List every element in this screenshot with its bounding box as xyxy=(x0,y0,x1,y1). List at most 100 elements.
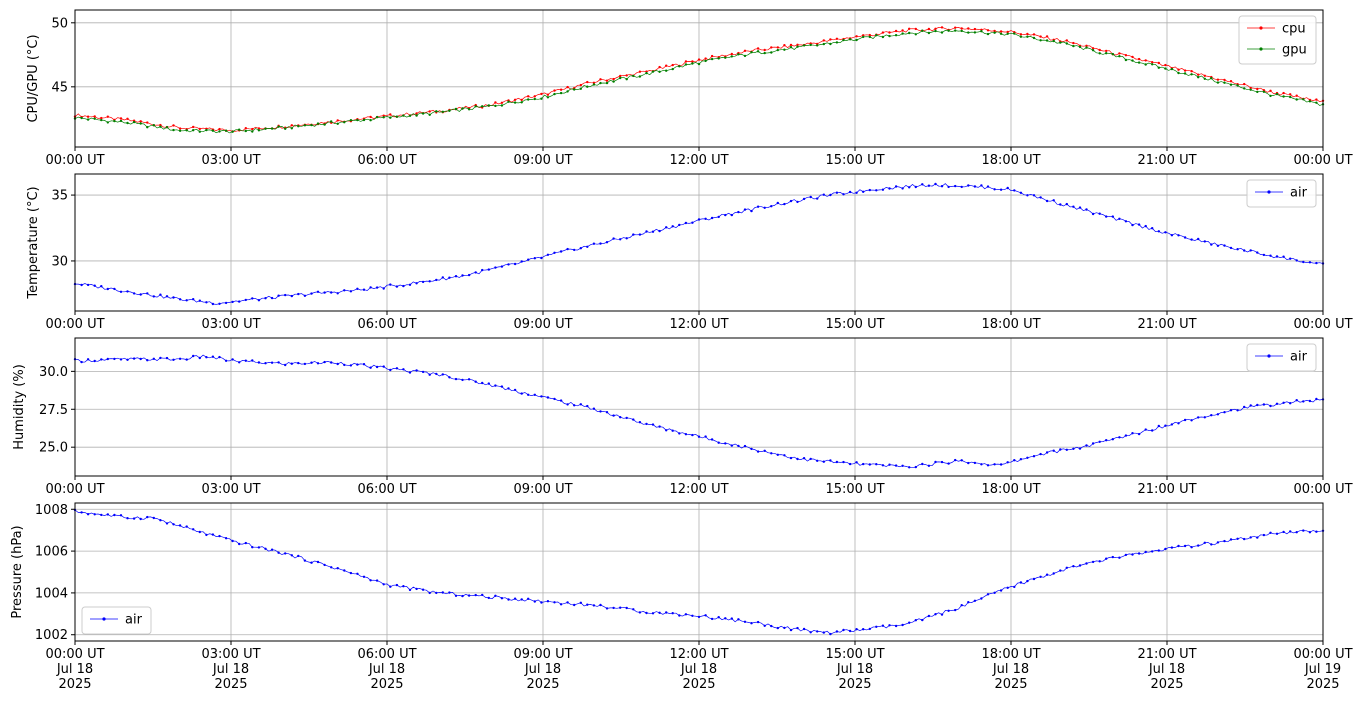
data-point xyxy=(1131,55,1134,59)
data-point xyxy=(330,120,333,123)
data-point xyxy=(93,115,96,118)
y-tick-label: 25.0 xyxy=(39,441,68,456)
data-point xyxy=(724,442,727,445)
data-point xyxy=(1151,429,1154,432)
data-point xyxy=(375,286,379,289)
data-point xyxy=(940,613,944,616)
data-point xyxy=(1190,546,1193,549)
data-point xyxy=(737,618,740,621)
data-point xyxy=(1197,73,1200,76)
data-point xyxy=(842,38,845,42)
data-point xyxy=(954,608,957,612)
data-point xyxy=(908,31,911,35)
x-tick-label: 15:00 UT Jul 18 2025 xyxy=(825,647,884,692)
data-point xyxy=(1039,39,1042,42)
data-point xyxy=(257,546,261,549)
data-point xyxy=(1157,66,1161,69)
data-point xyxy=(868,35,871,39)
x-tick-label: 15:00 UT xyxy=(825,482,884,497)
data-point xyxy=(487,382,490,385)
data-point xyxy=(330,566,333,569)
data-point xyxy=(1072,41,1075,45)
data-point xyxy=(1262,253,1266,257)
data-point xyxy=(336,122,339,126)
data-point xyxy=(527,258,530,261)
data-point xyxy=(671,429,674,432)
data-point xyxy=(408,588,412,592)
data-point xyxy=(1203,240,1207,243)
data-point xyxy=(625,237,628,240)
data-point xyxy=(132,357,136,360)
data-point xyxy=(1229,246,1233,250)
x-tick-label: 21:00 UT xyxy=(1137,317,1196,332)
data-point xyxy=(1190,70,1193,73)
data-point xyxy=(921,29,924,32)
data-point xyxy=(710,54,714,58)
data-point xyxy=(1026,456,1029,459)
x-tick-label-line: 2025 xyxy=(838,677,871,692)
data-point xyxy=(579,247,582,250)
data-point xyxy=(999,589,1003,592)
data-point xyxy=(533,97,536,101)
data-point xyxy=(743,49,747,52)
x-tick-label-line: Jul 18 xyxy=(56,662,93,677)
data-point xyxy=(802,627,806,631)
data-point xyxy=(1091,212,1095,216)
data-point xyxy=(1032,194,1036,197)
x-tick-label-line: 2025 xyxy=(214,677,247,692)
data-point xyxy=(717,57,720,60)
data-point xyxy=(1078,45,1082,49)
data-point xyxy=(697,615,701,619)
data-point xyxy=(1157,549,1161,552)
data-point xyxy=(356,287,359,290)
data-point xyxy=(80,116,83,120)
data-point xyxy=(93,359,96,363)
data-point xyxy=(756,620,760,624)
data-point xyxy=(638,70,642,73)
data-point xyxy=(205,533,208,537)
data-point xyxy=(165,522,169,525)
data-point xyxy=(697,435,701,438)
data-point xyxy=(172,358,175,361)
data-point xyxy=(1177,68,1180,71)
data-point xyxy=(934,460,937,464)
data-point xyxy=(645,71,648,75)
x-tick-label: 15:00 UT xyxy=(825,317,884,332)
data-point xyxy=(454,594,458,597)
data-point xyxy=(1052,39,1055,43)
data-point xyxy=(106,121,110,124)
data-point xyxy=(934,182,937,186)
x-tick-label: 06:00 UT Jul 18 2025 xyxy=(357,647,416,692)
data-point xyxy=(146,359,149,362)
data-point xyxy=(1302,400,1305,403)
data-point xyxy=(638,75,642,78)
data-point xyxy=(257,361,261,364)
x-tick-label-line: Jul 18 xyxy=(680,662,717,677)
data-point xyxy=(796,457,799,461)
data-point xyxy=(1072,205,1075,208)
data-point xyxy=(198,130,201,133)
data-point xyxy=(277,125,280,128)
data-point xyxy=(369,286,372,289)
data-point xyxy=(921,462,924,466)
data-point xyxy=(638,233,642,236)
data-point xyxy=(218,127,221,131)
data-point xyxy=(389,283,392,286)
data-point xyxy=(448,591,451,594)
data-point xyxy=(829,193,832,197)
data-point xyxy=(914,619,917,622)
data-point xyxy=(1098,212,1101,215)
data-point xyxy=(967,27,970,30)
data-point xyxy=(1006,32,1009,35)
data-point xyxy=(1236,537,1239,540)
data-point xyxy=(244,359,247,362)
data-point xyxy=(579,403,582,406)
data-point xyxy=(146,126,149,129)
data-point xyxy=(487,268,490,271)
data-point xyxy=(382,583,385,586)
data-point xyxy=(888,34,891,38)
data-point xyxy=(500,101,504,105)
data-point xyxy=(704,435,707,438)
data-point xyxy=(80,360,83,364)
data-point xyxy=(290,554,293,557)
